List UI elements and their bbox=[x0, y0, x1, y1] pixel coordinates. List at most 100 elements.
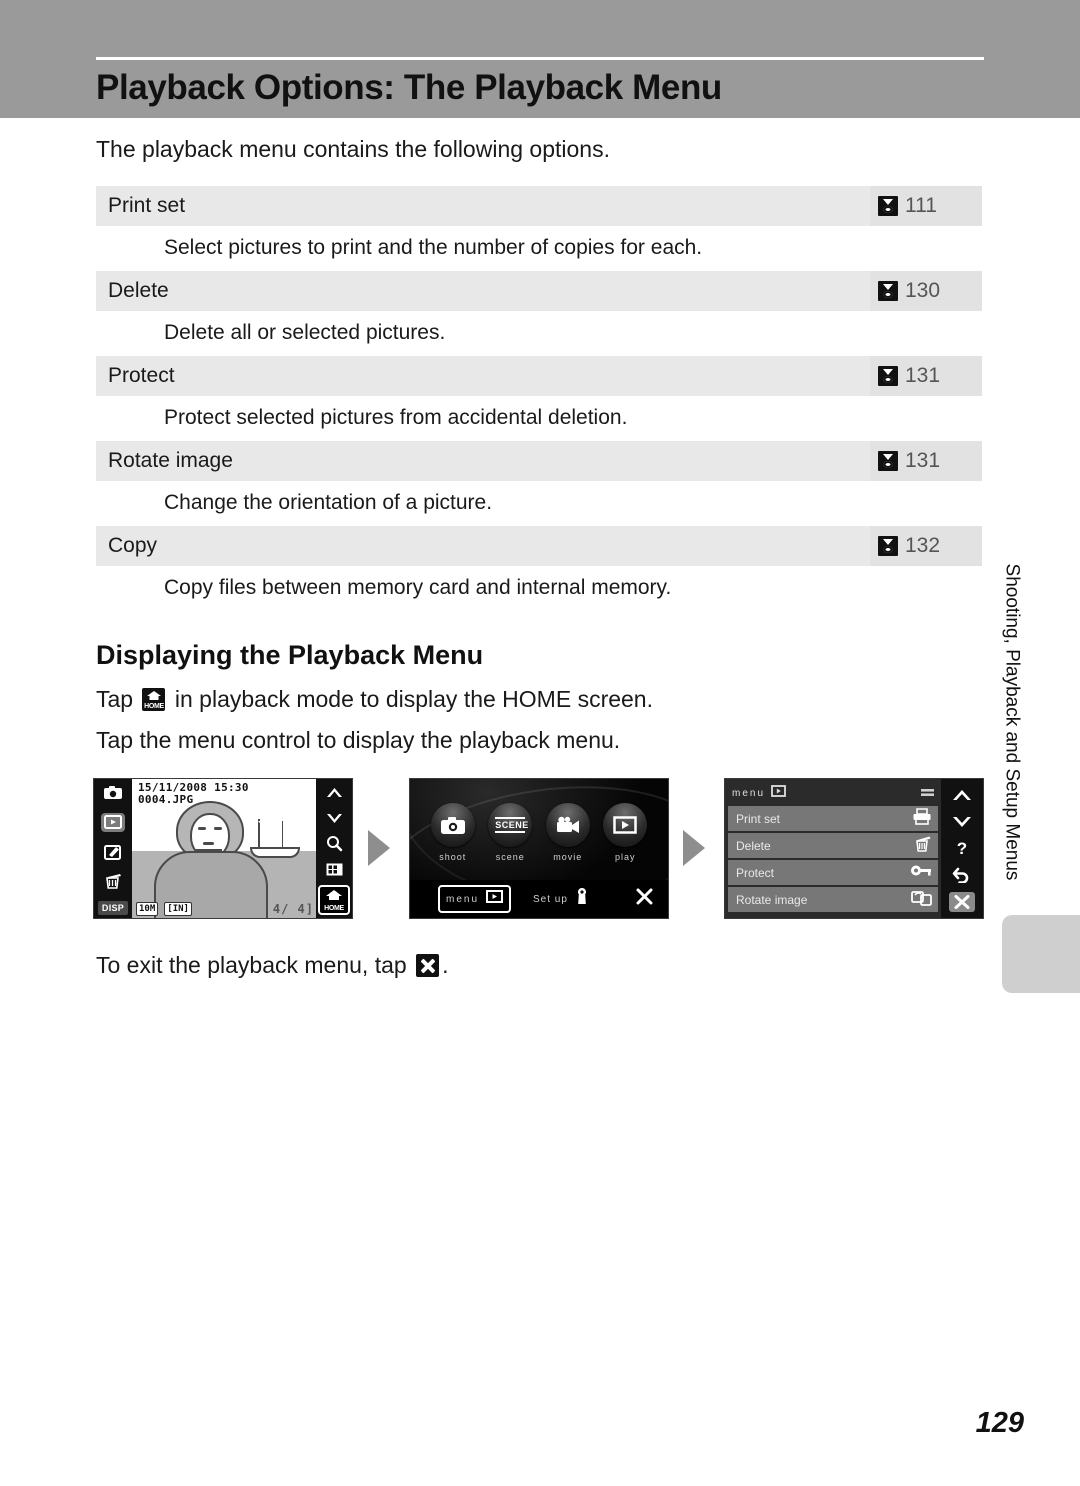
option-name: Rotate image bbox=[108, 449, 233, 472]
mode-movie-label: movie bbox=[553, 852, 583, 862]
menu-item-label: Print set bbox=[736, 811, 781, 826]
section-line-1-after: in playback mode to display the HOME scr… bbox=[174, 686, 653, 712]
table-row: Protect 131 bbox=[96, 356, 982, 397]
close-x-icon[interactable] bbox=[635, 887, 654, 911]
table-row: Copy 132 bbox=[96, 526, 982, 567]
table-row: Rotate image 131 bbox=[96, 441, 982, 482]
up-arrow-icon[interactable] bbox=[949, 785, 975, 805]
page-title: Playback Options: The Playback Menu bbox=[96, 68, 722, 107]
exit-instruction-before: To exit the playback menu, tap bbox=[96, 952, 407, 978]
scene-glyph-text: SCENE bbox=[495, 817, 528, 833]
help-icon[interactable]: ? bbox=[949, 838, 975, 858]
figure-playback-menu-screen: menu Print set Delete Protect Rotate ima… bbox=[724, 778, 984, 919]
shooting-mode-icon[interactable] bbox=[101, 783, 125, 802]
home-icon: HOME bbox=[142, 688, 166, 711]
setup-label: Set up bbox=[533, 893, 568, 905]
playback-menu-list: Print set Delete Protect Rotate image bbox=[728, 806, 938, 912]
scene-icon: SCENE bbox=[488, 803, 533, 847]
chapter-side-tab-label: Shooting, Playback and Setup Menus bbox=[1001, 563, 1023, 881]
play-icon bbox=[771, 784, 786, 802]
movie-camera-icon bbox=[545, 803, 590, 847]
option-page-reference: 130 bbox=[870, 271, 982, 311]
photo-info-overlay: 15/11/2008 15:30 0004.JPG bbox=[138, 782, 249, 806]
option-description: Delete all or selected pictures. bbox=[96, 312, 982, 356]
wrench-icon bbox=[575, 888, 589, 910]
option-page-number: 131 bbox=[905, 449, 941, 472]
figure-home-screen: shoot SCENE scene movie play menu Set up bbox=[409, 778, 669, 919]
menu-item-rotate-image[interactable]: Rotate image bbox=[728, 887, 938, 912]
playback-mode-icon[interactable] bbox=[101, 812, 125, 832]
option-description: Select pictures to print and the number … bbox=[96, 227, 982, 271]
option-name: Copy bbox=[108, 534, 158, 557]
flow-arrow-icon bbox=[368, 830, 390, 866]
page-ref-icon bbox=[878, 196, 898, 216]
page-ref-icon bbox=[878, 536, 898, 556]
playback-options-table: Print set 111 Select pictures to print a… bbox=[96, 186, 982, 611]
chapter-side-tab: Shooting, Playback and Setup Menus bbox=[994, 527, 1028, 917]
menu-item-protect[interactable]: Protect bbox=[728, 860, 938, 885]
menu-item-print-set[interactable]: Print set bbox=[728, 806, 938, 831]
down-arrow-icon[interactable] bbox=[949, 812, 975, 832]
up-arrow-icon[interactable] bbox=[322, 783, 346, 802]
header-rule bbox=[96, 57, 984, 60]
frame-counter: 4/ 4] bbox=[272, 902, 314, 916]
mode-scene[interactable]: SCENE scene bbox=[483, 803, 537, 862]
mode-shoot-label: shoot bbox=[439, 852, 467, 862]
option-name: Protect bbox=[108, 364, 175, 387]
playback-menu-panel: menu Print set Delete Protect Rotate ima… bbox=[725, 779, 941, 918]
page-header-band: Playback Options: The Playback Menu bbox=[0, 0, 1080, 118]
section-line-1: Tap HOME in playback mode to display the… bbox=[96, 686, 653, 713]
option-name: Delete bbox=[108, 279, 169, 302]
option-page-reference: 132 bbox=[870, 526, 982, 566]
mode-movie[interactable]: movie bbox=[541, 803, 595, 862]
table-row: Print set 111 bbox=[96, 186, 982, 227]
playback-left-toolbar: DISP bbox=[94, 779, 132, 918]
zoom-magnifier-icon[interactable] bbox=[322, 834, 346, 853]
menu-control-button[interactable]: menu bbox=[438, 885, 512, 913]
back-arrow-icon[interactable] bbox=[949, 865, 975, 885]
menu-item-delete[interactable]: Delete bbox=[728, 833, 938, 858]
menu-item-label: Delete bbox=[736, 838, 771, 853]
edit-icon[interactable] bbox=[101, 842, 125, 861]
equals-icon bbox=[921, 784, 934, 802]
rotate-icon bbox=[911, 889, 932, 911]
section-line-2: Tap the menu control to display the play… bbox=[96, 727, 621, 753]
option-page-reference: 111 bbox=[870, 186, 982, 226]
exit-instruction: To exit the playback menu, tap . bbox=[96, 952, 448, 979]
mode-scene-label: scene bbox=[495, 852, 525, 862]
chapter-tab-marker bbox=[1002, 915, 1080, 993]
camera-icon bbox=[430, 803, 475, 847]
menu-item-label: Rotate image bbox=[736, 892, 808, 907]
option-page-number: 132 bbox=[905, 534, 941, 557]
sailboat-icon bbox=[258, 821, 282, 849]
trash-icon bbox=[912, 835, 932, 857]
delete-icon[interactable] bbox=[101, 872, 125, 891]
page-ref-icon bbox=[878, 451, 898, 471]
disp-button[interactable]: DISP bbox=[97, 901, 129, 915]
photo-filename: 0004.JPG bbox=[138, 793, 194, 806]
option-page-number: 130 bbox=[905, 279, 941, 302]
playback-photo: 15/11/2008 15:30 0004.JPG 10M [IN] 4/ 4] bbox=[132, 779, 316, 918]
play-icon bbox=[603, 803, 648, 847]
mode-shoot[interactable]: shoot bbox=[426, 803, 480, 862]
playback-menu-header: menu bbox=[728, 782, 938, 804]
option-name: Print set bbox=[108, 194, 186, 217]
mode-play-label: play bbox=[614, 852, 636, 862]
table-row: Delete 130 bbox=[96, 271, 982, 312]
home-bottom-bar: menu Set up bbox=[410, 880, 668, 918]
image-size-badge: 10M bbox=[136, 902, 159, 916]
setup-button[interactable]: Set up bbox=[533, 888, 589, 910]
playback-menu-right-toolbar: ? bbox=[941, 779, 983, 918]
section-line-1-before: Tap bbox=[96, 686, 134, 712]
thumbnail-grid-icon[interactable] bbox=[322, 860, 346, 879]
option-page-reference: 131 bbox=[870, 356, 982, 396]
down-arrow-icon[interactable] bbox=[322, 809, 346, 828]
close-x-icon[interactable] bbox=[949, 891, 975, 912]
photo-status-bar: 10M [IN] 4/ 4] bbox=[136, 902, 314, 916]
option-description: Change the orientation of a picture. bbox=[96, 482, 982, 526]
mode-play[interactable]: play bbox=[598, 803, 652, 862]
home-button[interactable]: HOME bbox=[318, 885, 350, 915]
playback-right-toolbar: HOME bbox=[316, 779, 352, 918]
option-description: Copy files between memory card and inter… bbox=[96, 567, 982, 611]
exit-instruction-after: . bbox=[442, 952, 449, 978]
